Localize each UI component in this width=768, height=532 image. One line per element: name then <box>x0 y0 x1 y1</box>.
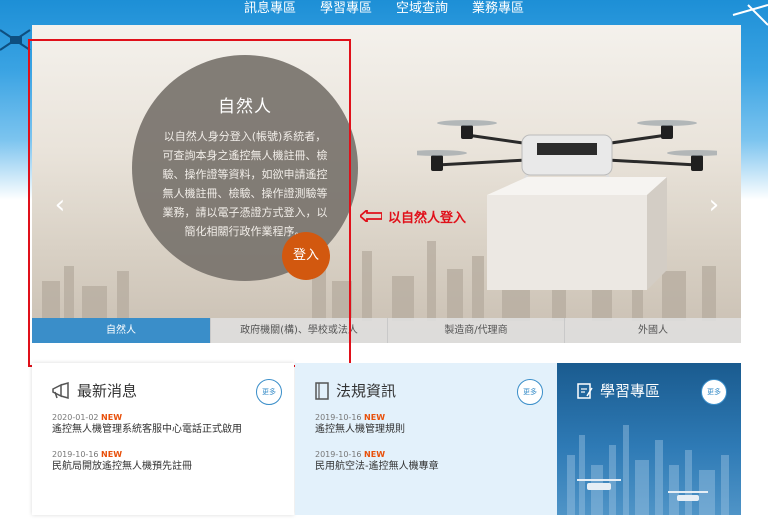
nav-item-business[interactable]: 業務專區 <box>460 0 536 22</box>
nav-item-airspace[interactable]: 空域查詢 <box>384 0 460 22</box>
learning-panel[interactable]: 學習專區 更多 <box>557 363 741 515</box>
law-date: 2019-10-16 <box>315 413 362 422</box>
list-item[interactable]: 2019-10-16 NEW 遙控無人機管理規則 <box>315 413 439 437</box>
carousel-next-button[interactable]: › <box>704 190 724 220</box>
learning-more-button[interactable]: 更多 <box>701 379 727 405</box>
laws-panel-header: 法規資訊 <box>314 380 396 401</box>
laws-more-button[interactable]: 更多 <box>517 379 543 405</box>
learning-panel-title: 學習專區 <box>600 382 661 400</box>
tab-manufacturer-agent[interactable]: 製造商/代理商 <box>387 318 564 343</box>
megaphone-icon <box>52 381 69 399</box>
new-badge: NEW <box>101 450 123 459</box>
law-title[interactable]: 民用航空法-遙控無人機專章 <box>315 460 439 474</box>
list-item[interactable]: 2020-01-02 NEW 遙控無人機管理系統客服中心電話正式啟用 <box>52 413 242 437</box>
news-panel-title: 最新消息 <box>77 382 138 400</box>
news-date: 2020-01-02 <box>52 413 99 422</box>
new-badge: NEW <box>364 413 386 422</box>
news-title[interactable]: 民航局開放遙控無人機預先註冊 <box>52 460 242 474</box>
news-panel: 最新消息 更多 2020-01-02 NEW 遙控無人機管理系統客服中心電話正式… <box>32 363 294 515</box>
book-icon <box>315 381 329 400</box>
main-nav: 訊息專區 學習專區 空域查詢 業務專區 <box>0 0 768 22</box>
left-arrow-icon <box>360 210 382 222</box>
laws-panel: 法規資訊 更多 2019-10-16 NEW 遙控無人機管理規則 2019-10… <box>295 363 557 515</box>
edit-note-icon <box>577 382 593 399</box>
laws-panel-title: 法規資訊 <box>336 382 397 400</box>
list-item[interactable]: 2019-10-16 NEW 民用航空法-遙控無人機專章 <box>315 450 439 474</box>
annotation-text: 以自然人登入 <box>388 210 467 226</box>
law-title[interactable]: 遙控無人機管理規則 <box>315 423 439 437</box>
nav-item-news[interactable]: 訊息專區 <box>232 0 308 22</box>
highlight-annotation-box <box>28 39 351 367</box>
news-list: 2020-01-02 NEW 遙控無人機管理系統客服中心電話正式啟用 2019-… <box>52 413 242 487</box>
learning-panel-header: 學習專區 <box>576 380 660 401</box>
new-badge: NEW <box>101 413 123 422</box>
laws-list: 2019-10-16 NEW 遙控無人機管理規則 2019-10-16 NEW … <box>315 413 439 487</box>
nav-item-learning[interactable]: 學習專區 <box>308 0 384 22</box>
news-date: 2019-10-16 <box>52 450 99 459</box>
news-title[interactable]: 遙控無人機管理系統客服中心電話正式啟用 <box>52 423 242 437</box>
law-date: 2019-10-16 <box>315 450 362 459</box>
list-item[interactable]: 2019-10-16 NEW 民航局開放遙控無人機預先註冊 <box>52 450 242 474</box>
news-panel-header: 最新消息 <box>51 380 137 401</box>
city-drone-image <box>567 425 729 515</box>
annotation-callout: 以自然人登入 <box>360 206 466 226</box>
new-badge: NEW <box>364 450 386 459</box>
news-more-button[interactable]: 更多 <box>256 379 282 405</box>
delivery-drone-image <box>417 120 717 290</box>
tab-foreigner[interactable]: 外國人 <box>564 318 741 343</box>
